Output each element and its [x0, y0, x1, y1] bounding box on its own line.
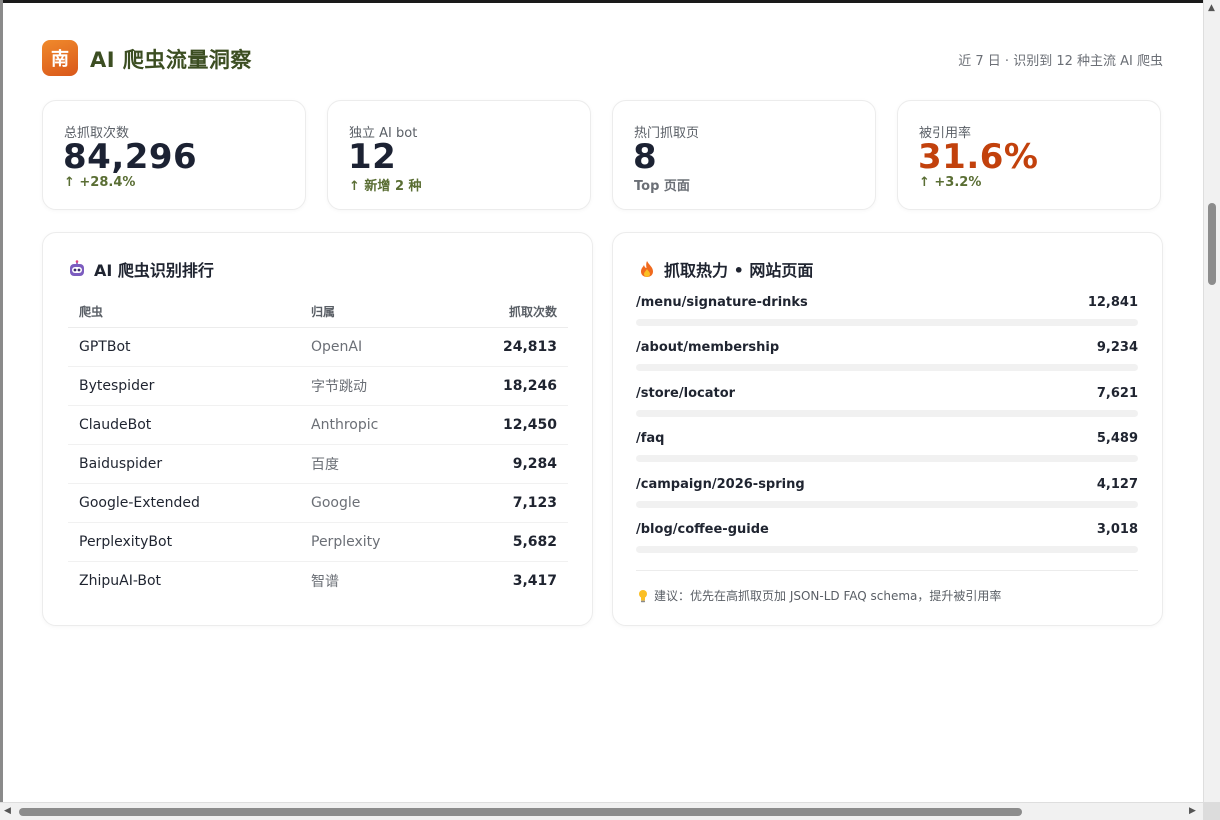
- divider: [636, 570, 1138, 571]
- heat-bar-track: [636, 455, 1138, 463]
- bot-owner: 百度: [300, 444, 447, 484]
- page-path: /store/locator: [636, 385, 736, 401]
- scroll-right-icon[interactable]: ▶: [1189, 806, 1196, 816]
- bot-name: Bytespider: [68, 366, 300, 406]
- suggestion-tip: 建议：优先在高抓取页加 JSON-LD FAQ schema，提升被引用率: [638, 587, 1001, 604]
- table-row: ClaudeBot Anthropic 12,450: [68, 405, 568, 445]
- page-path: /faq: [636, 431, 665, 447]
- table-row: PerplexityBot Perplexity 5,682: [68, 522, 568, 562]
- page-count: 9,234: [1096, 340, 1138, 356]
- page-path: /campaign/2026-spring: [636, 476, 805, 492]
- page-count: 5,489: [1096, 431, 1138, 447]
- stat-card-total-crawls: 总抓取次数 84,296 ↑ +28.4%: [42, 100, 306, 210]
- table-row: Bytespider 字节跳动 18,246: [68, 366, 568, 406]
- list-item: /about/membership 9,234: [636, 336, 1138, 381]
- bot-name: PerplexityBot: [68, 522, 300, 562]
- page-path: /menu/signature-drinks: [636, 295, 808, 310]
- stat-card-citation-rate: 被引用率 31.6% ↑ +3.2%: [897, 100, 1161, 210]
- page-count: 3,018: [1096, 521, 1138, 537]
- page-title: AI 爬虫流量洞察: [90, 48, 252, 72]
- page-path: /about/membership: [636, 340, 780, 356]
- suggestion-text: 建议：优先在高抓取页加 JSON-LD FAQ schema，提升被引用率: [654, 589, 1002, 603]
- bot-count: 3,417: [512, 573, 557, 589]
- scroll-up-icon[interactable]: ▲: [1208, 3, 1215, 13]
- horizontal-scrollbar-thumb[interactable]: [19, 808, 1022, 816]
- heat-bar-track: [636, 409, 1138, 417]
- column-header-count: 抓取次数: [446, 295, 568, 328]
- table-row: Google-Extended Google 7,123: [68, 483, 568, 523]
- page-heat-card: 抓取热力 • 网站页面 /menu/signature-drinks 12,84…: [612, 232, 1163, 626]
- scrollbar-corner: [1203, 802, 1220, 820]
- bot-count: 5,682: [446, 522, 568, 562]
- vertical-scrollbar-thumb[interactable]: [1208, 203, 1216, 285]
- stat-value: 84,296: [63, 137, 198, 177]
- bot-name: ZhipuAI-Bot: [79, 573, 162, 589]
- bot-owner: 字节跳动: [300, 366, 447, 406]
- bot-name: Baiduspider: [68, 444, 300, 484]
- bot-owner: Google: [300, 483, 447, 523]
- page-header: 南 AI 爬虫流量洞察 近 7 日 · 识别到 12 种主流 AI 爬虫: [42, 40, 1163, 76]
- stat-value: 31.6%: [918, 137, 1039, 177]
- lightbulb-icon: [638, 589, 648, 603]
- bot-count: 24,813: [446, 327, 568, 367]
- dashboard-page: 南 AI 爬虫流量洞察 近 7 日 · 识别到 12 种主流 AI 爬虫 总抓取…: [0, 0, 1203, 802]
- bot-count: 18,246: [446, 366, 568, 406]
- table-row: ZhipuAI-Bot 智谱 3,417: [68, 562, 568, 601]
- stat-delta: ↑ +28.4%: [64, 175, 136, 190]
- bot-owner: Perplexity: [300, 522, 447, 562]
- bot-name: GPTBot: [68, 327, 300, 367]
- bot-count: 7,123: [446, 483, 568, 523]
- stat-value: 12: [348, 137, 397, 177]
- list-item: /store/locator 7,621: [636, 382, 1138, 427]
- page-count: 7,621: [1096, 385, 1138, 401]
- page-list: /menu/signature-drinks 12,841 /about/mem…: [636, 291, 1138, 563]
- page-count: 4,127: [1096, 476, 1138, 492]
- table-header-row: 爬虫 归属 抓取次数: [68, 295, 568, 328]
- fire-icon: [638, 260, 656, 278]
- bot-count: 9,284: [446, 444, 568, 484]
- page-count: 12,841: [1087, 295, 1138, 310]
- bot-owner: 智谱: [311, 574, 339, 590]
- list-item: /faq 5,489: [636, 427, 1138, 472]
- bot-owner: OpenAI: [300, 327, 447, 367]
- bot-name: Google-Extended: [68, 483, 300, 523]
- heat-bar-track: [636, 545, 1138, 553]
- column-header-bot: 爬虫: [68, 295, 300, 328]
- bot-owner: Anthropic: [300, 405, 447, 445]
- card-title-text: 抓取热力 • 网站页面: [664, 261, 814, 280]
- bot-ranking-card: AI 爬虫识别排行 爬虫 归属 抓取次数 GPTBot OpenAI 24,81…: [42, 232, 593, 626]
- window-left-border: [0, 0, 3, 820]
- bot-name: ClaudeBot: [68, 405, 300, 445]
- column-header-owner: 归属: [300, 295, 447, 328]
- heat-bar-track: [636, 500, 1138, 508]
- stat-delta: ↑ 新增 2 种: [349, 179, 422, 194]
- list-item: /menu/signature-drinks 12,841: [636, 291, 1138, 336]
- bot-ranking-title: AI 爬虫识别排行: [68, 257, 214, 281]
- stat-delta: Top 页面: [634, 179, 690, 194]
- bot-table: 爬虫 归属 抓取次数 GPTBot OpenAI 24,813 Bytespid…: [68, 295, 568, 600]
- vertical-scrollbar[interactable]: ▲: [1203, 0, 1220, 802]
- horizontal-scrollbar[interactable]: ◀ ▶: [0, 802, 1203, 820]
- table-row: Baiduspider 百度 9,284: [68, 444, 568, 484]
- stat-value: 8: [633, 137, 658, 177]
- robot-icon: [68, 260, 86, 278]
- brand-logo: 南: [42, 40, 78, 76]
- list-item: /campaign/2026-spring 4,127: [636, 473, 1138, 518]
- bot-count: 12,450: [446, 405, 568, 445]
- stat-delta: ↑ +3.2%: [919, 175, 982, 190]
- table-row: GPTBot OpenAI 24,813: [68, 327, 568, 367]
- stat-card-hot-pages: 热门抓取页 8 Top 页面: [612, 100, 876, 210]
- stat-card-unique-bots: 独立 AI bot 12 ↑ 新增 2 种: [327, 100, 591, 210]
- list-item: /blog/coffee-guide 3,018: [636, 518, 1138, 563]
- page-subtitle: 近 7 日 · 识别到 12 种主流 AI 爬虫: [958, 54, 1163, 69]
- page-path: /blog/coffee-guide: [636, 521, 769, 537]
- heat-bar-track: [636, 364, 1138, 372]
- heat-bar-track: [636, 319, 1138, 326]
- page-heat-title: 抓取热力 • 网站页面: [638, 257, 813, 281]
- card-title-text: AI 爬虫识别排行: [94, 261, 214, 280]
- scroll-left-icon[interactable]: ◀: [4, 806, 11, 816]
